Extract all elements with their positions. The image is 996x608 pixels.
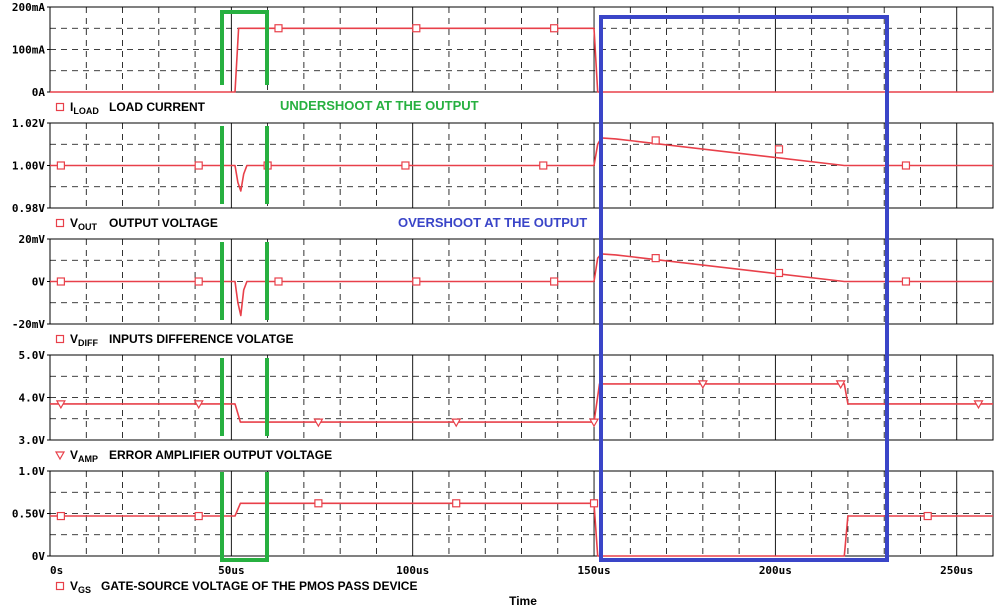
y-tick-label: 20mV [19, 233, 46, 246]
trace-marker [651, 136, 660, 145]
trace-marker [56, 161, 65, 170]
waveform-figure: 200mA 100mA 0A ILOAD LOAD CURRENT 1.02V 1.00V 0… [12, 1, 994, 608]
y-tick-label: 0A [32, 86, 46, 99]
y-tick-label: 0V [32, 276, 46, 289]
legend-label: ILOAD [70, 100, 99, 116]
x-axis-title: Time [509, 594, 537, 608]
trace-marker [550, 277, 559, 286]
legend-description: INPUTS DIFFERENCE VOLATGE [109, 332, 293, 346]
trace-marker [901, 277, 911, 286]
x-tick-label: 100us [396, 564, 429, 577]
legend-description: GATE-SOURCE VOLTAGE OF THE PMOS PASS DEV… [101, 579, 417, 593]
legend-description: LOAD CURRENT [109, 100, 206, 114]
trace-marker [56, 511, 65, 521]
legend-marker [55, 581, 65, 591]
trace-marker [314, 499, 323, 508]
trace-marker [274, 24, 283, 33]
y-tick-label: 200mA [12, 1, 45, 14]
overshoot-annotation: OVERSHOOT AT THE OUTPUT [398, 215, 587, 230]
trace-marker [412, 277, 421, 286]
y-tick-label: 0.50V [12, 508, 45, 521]
trace-marker [774, 268, 784, 278]
legend-description: ERROR AMPLIFIER OUTPUT VOLTAGE [109, 448, 332, 462]
panel-vgs: 1.0V 0.50V 0V VGS GATE-SOURCE VOLTAGE OF THE… [12, 465, 994, 595]
y-tick-label: 0V [32, 550, 46, 563]
panel-vdiff: 20mV 0V -20mV VDIFF INPUTS DIFFERENCE VOLATG… [12, 233, 994, 348]
trace-marker [774, 145, 784, 154]
legend-label: VGS [70, 579, 91, 595]
trace-marker [56, 277, 65, 286]
legend-description: OUTPUT VOLTAGE [109, 216, 218, 230]
trace-marker [452, 499, 461, 508]
trace-marker [401, 161, 410, 170]
legend-label: VDIFF [70, 332, 99, 348]
trace-marker [550, 24, 559, 33]
trace-marker [194, 161, 203, 170]
trace-marker [923, 511, 932, 521]
trace-marker [901, 161, 911, 170]
legend-marker [54, 451, 66, 461]
x-axis: 0s 50us 100us 150us 200us 250us [50, 564, 973, 577]
legend-marker [55, 102, 65, 112]
y-tick-label: 1.02V [12, 117, 45, 130]
plot-area: 200mA 100mA 0A ILOAD LOAD CURRENT 1.02V 1.00V 0… [12, 1, 994, 595]
highlight-boxes [220, 10, 889, 562]
y-tick-label: 5.0V [19, 349, 46, 362]
x-tick-label: 150us [577, 564, 610, 577]
trace-marker [651, 254, 660, 263]
trace-marker [274, 277, 283, 286]
x-tick-label: 200us [759, 564, 792, 577]
trace-iload [50, 27, 993, 93]
y-tick-label: 3.0V [19, 434, 46, 447]
legend-label: VOUT [70, 216, 98, 232]
trace-marker [539, 161, 548, 170]
overshoot-highlight [599, 15, 889, 562]
y-tick-label: -20mV [12, 318, 45, 331]
undershoot-annotation: UNDERSHOOT AT THE OUTPUT [280, 98, 479, 113]
trace-marker [194, 277, 203, 286]
legend-marker [55, 218, 65, 228]
x-tick-label: 50us [218, 564, 245, 577]
x-tick-label: 0s [50, 564, 63, 577]
legend-marker [55, 334, 65, 344]
y-tick-label: 1.0V [19, 465, 46, 478]
y-tick-label: 1.00V [12, 160, 45, 173]
panel-vamp: 5.0V 4.0V 3.0V VAMP ERROR AMPLIFIER OUTPUT V… [19, 349, 994, 464]
trace-marker [589, 499, 599, 508]
trace-marker [194, 511, 203, 521]
y-tick-label: 100mA [12, 44, 45, 57]
trace-marker [412, 24, 421, 33]
x-tick-label: 250us [940, 564, 973, 577]
y-tick-label: 0.98V [12, 202, 45, 215]
legend-label: VAMP [70, 448, 98, 464]
y-tick-label: 4.0V [19, 392, 46, 405]
